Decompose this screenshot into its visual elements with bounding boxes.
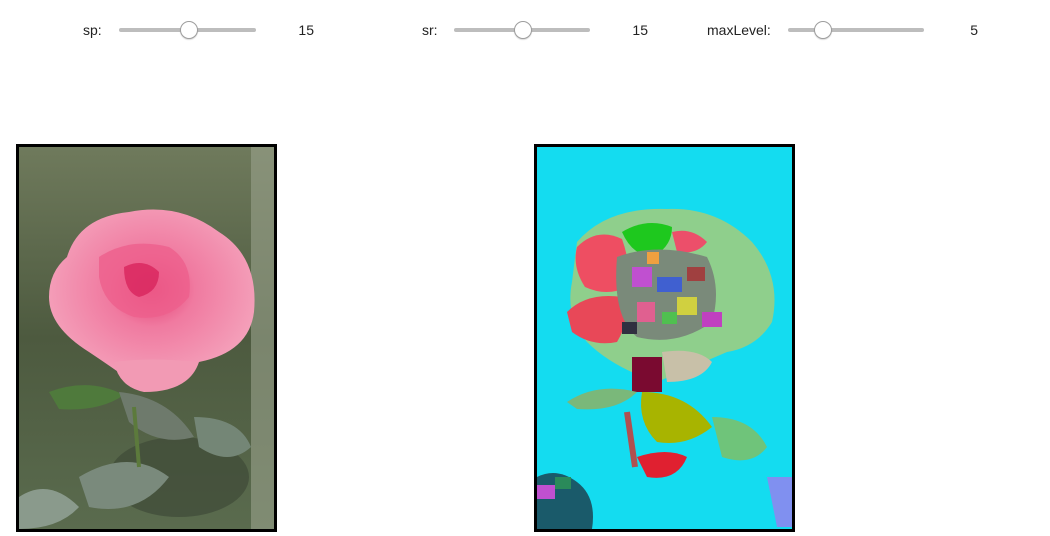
maxlevel-control: maxLevel: 5	[0, 18, 1050, 42]
original-image	[16, 144, 277, 532]
rose-photo	[19, 147, 274, 529]
maxlevel-slider-thumb[interactable]	[814, 21, 832, 39]
segmented-image	[534, 144, 795, 532]
maxlevel-value: 5	[970, 22, 978, 38]
maxlevel-label: maxLevel:	[707, 22, 771, 38]
maxlevel-slider[interactable]	[788, 21, 924, 39]
segmentation-visualization	[537, 147, 792, 529]
